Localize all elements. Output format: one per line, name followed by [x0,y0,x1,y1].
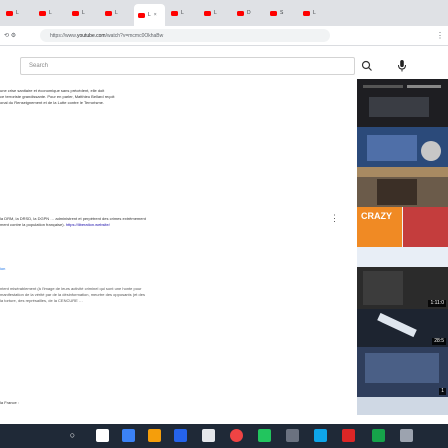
thumbnail-graphic [421,141,441,161]
youtube-icon [303,10,310,16]
url-path: /watch?v=mcmc0OkhaBw [105,32,164,39]
description-paragraph: une crise sanitaire et économique sans p… [0,88,330,106]
youtube-icon [204,10,211,16]
browser-tab[interactable]: L [200,3,231,23]
video-thumbnail[interactable] [357,79,448,127]
external-link[interactable]: https://liberation.website/ [66,222,110,227]
thumbnail-graphic [363,271,403,305]
video-thumbnail[interactable] [357,127,448,167]
browser-tab-strip: L L L L L × L L D S L [0,0,448,26]
app-icon[interactable] [258,429,271,442]
description-line: la torture, des représailles, de la CENC… [0,298,83,303]
thumbnail-graphic [363,85,403,88]
thumbnail-graphic [367,135,417,161]
microphone-icon[interactable] [396,58,408,74]
video-duration: 1:11:0 [428,300,446,307]
video-thumbnail[interactable]: 1 [357,347,448,397]
more-options-icon[interactable]: ⋮ [330,213,339,224]
description-heading: ion [0,266,6,271]
browser-tab[interactable]: L [167,3,198,23]
description-line: onal du Renseignement et de la Lutte con… [0,100,104,105]
tab-label: L [313,10,316,16]
thumbnail-caption: CRAZY [361,211,392,221]
tab-label: L [115,10,118,16]
reload-icon[interactable]: ⟲ ⚙ [0,32,34,39]
youtube-icon [72,10,79,16]
taskbar: ○ [0,424,448,448]
store-icon[interactable] [174,429,187,442]
tab-label: L [148,12,151,18]
thumbnail-graphic [377,179,417,205]
video-duration: 1 [439,388,446,395]
thumbnail-graphic [369,97,429,117]
video-thumbnail[interactable]: CRAZY [357,207,448,267]
app-icon[interactable] [400,429,413,442]
description-paragraph: ion [0,266,330,272]
app-icon[interactable] [342,429,355,442]
description-paragraph: la DRM, la DRSD, la DGPN … administrent … [0,216,330,228]
description-paragraph: ntent misérablement (à l'image de leurs … [0,286,330,304]
screen: L L L L L × L L D S L ⟲ ⚙ https://www. you… [0,0,448,448]
browser-tab[interactable]: L [2,3,33,23]
description-line: ment contre la population française). ht… [0,222,110,227]
edge-icon[interactable] [122,429,135,442]
search-icon[interactable]: ○ [66,429,79,442]
extensions-icon[interactable]: ⋮ [436,31,444,40]
tab-label: L [82,10,85,16]
close-tab-icon[interactable]: × [154,12,157,18]
address-bar[interactable]: https://www. youtube.com/watch?v=mcmc0Okh… [40,29,330,42]
video-thumbnail[interactable]: 28:5 [357,309,448,347]
browser-tab[interactable]: D [233,3,264,23]
browser-toolbar: ⟲ ⚙ https://www. youtube.com/watch?v=mcmc… [0,26,448,46]
video-thumbnail[interactable]: 1:11:0 [357,267,448,309]
folder-icon[interactable] [148,429,161,442]
youtube-icon [138,12,145,18]
thumbnail-graphic [377,312,417,338]
browser-tab[interactable]: L [68,3,99,23]
url-host: youtube.com [76,32,106,39]
chrome-icon[interactable] [230,429,243,442]
app-icon[interactable] [286,429,299,442]
description-line: la France : [0,400,19,405]
app-icon[interactable] [372,429,385,442]
tab-label: L [49,10,52,16]
search-icon[interactable] [360,59,376,73]
tab-label: D [247,10,251,16]
browser-tab[interactable]: S [266,3,297,23]
youtube-icon [6,10,13,16]
youtube-icon [39,10,46,16]
thumbnail-graphic [407,85,441,88]
browser-tab[interactable]: L [35,3,66,23]
thumbnail-graphic [357,167,448,177]
url-scheme: https://www. [50,32,77,39]
thumbnail-graphic [365,353,439,383]
app-icon[interactable] [314,429,327,442]
tab-label: L [214,10,217,16]
tab-label: L [16,10,19,16]
browser-tab[interactable]: L [299,3,330,23]
youtube-icon [270,10,277,16]
tab-label: S [280,10,284,16]
tab-label: L [181,10,184,16]
youtube-icon [237,10,244,16]
video-duration: 28:5 [432,338,446,345]
browser-tab[interactable]: L [101,3,132,23]
thumbnail-graphic [403,207,448,247]
browser-tab-active[interactable]: L × [134,4,165,26]
task-view-icon[interactable] [96,429,109,442]
video-thumbnail[interactable] [357,397,448,415]
search-input[interactable]: Search [20,57,355,75]
thumbnail-graphic [357,247,448,267]
youtube-icon [171,10,178,16]
video-thumbnail[interactable] [357,167,448,207]
youtube-icon [105,10,112,16]
mail-icon[interactable] [202,429,215,442]
